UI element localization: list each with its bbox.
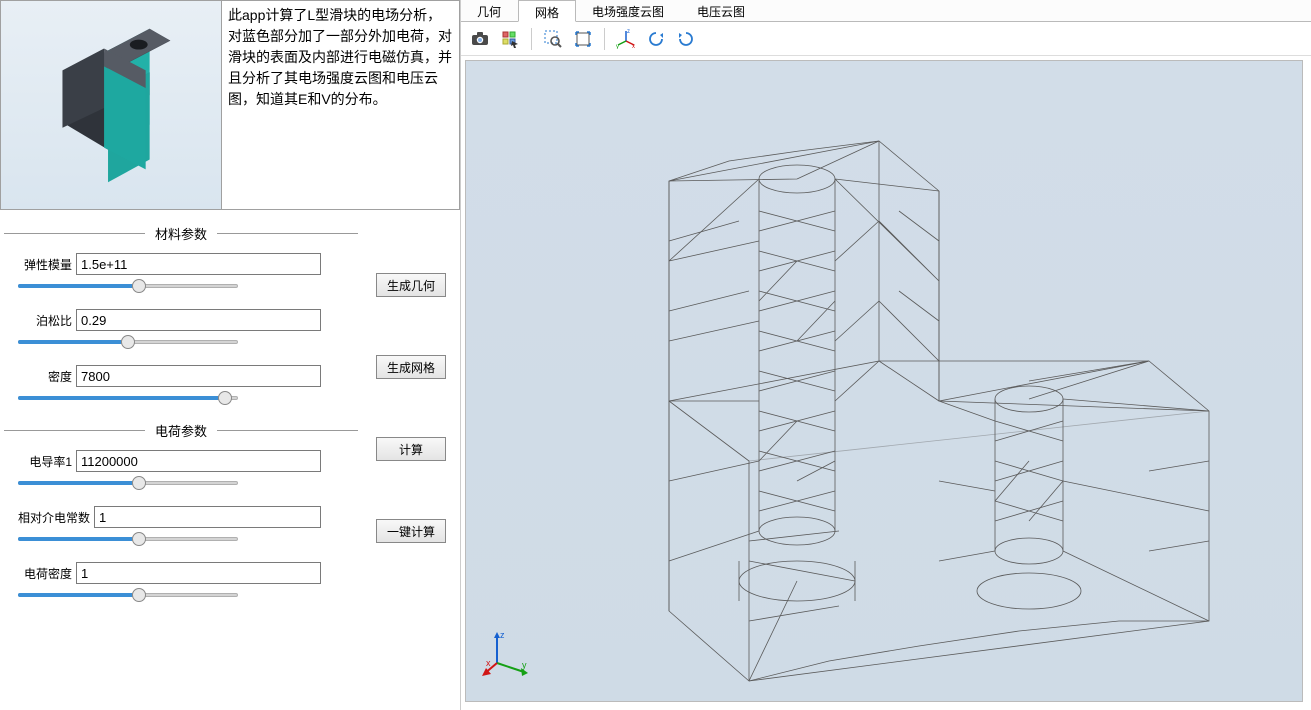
toolbar-separator-2 xyxy=(604,28,605,50)
select-icon[interactable] xyxy=(497,26,523,52)
section-charge: 电荷参数 xyxy=(4,421,358,440)
right-panel: 几何 网格 电场强度云图 电压云图 z x y xyxy=(461,0,1311,710)
gen-mesh-button[interactable]: 生成网格 xyxy=(376,355,446,379)
description-box: 此app计算了L型滑块的电场分析，对蓝色部分加了一部分外加电荷，对滑块的表面及内… xyxy=(222,0,460,210)
svg-text:z: z xyxy=(500,630,505,640)
label-charge-density: 电荷密度 xyxy=(4,565,76,582)
zoom-extents-icon[interactable] xyxy=(570,26,596,52)
row-conductivity: 电导率1 xyxy=(4,450,358,472)
screenshot-icon[interactable] xyxy=(467,26,493,52)
input-density[interactable] xyxy=(76,365,321,387)
mesh-viewport[interactable]: z y x xyxy=(465,60,1303,702)
svg-text:x: x xyxy=(486,658,491,668)
preview-row: 此app计算了L型滑块的电场分析，对蓝色部分加了一部分外加电荷，对滑块的表面及内… xyxy=(0,0,460,210)
label-elastic-modulus: 弹性模量 xyxy=(4,256,76,273)
slider-conductivity[interactable] xyxy=(18,474,238,492)
left-panel: 此app计算了L型滑块的电场分析，对蓝色部分加了一部分外加电荷，对滑块的表面及内… xyxy=(0,0,461,710)
input-elastic-modulus[interactable] xyxy=(76,253,321,275)
label-conductivity: 电导率1 xyxy=(4,453,76,470)
input-poisson[interactable] xyxy=(76,309,321,331)
section-material: 材料参数 xyxy=(4,224,358,243)
form-area: 材料参数 弹性模量 泊松比 密度 xyxy=(0,210,460,710)
svg-text:y: y xyxy=(616,44,619,49)
tab-geometry[interactable]: 几何 xyxy=(461,0,518,21)
rotate-ccw-icon[interactable] xyxy=(643,26,669,52)
mesh-wireframe xyxy=(466,61,1302,701)
form-buttons-col: 生成几何 生成网格 计算 一键计算 xyxy=(366,218,456,710)
viewport-toolbar: z x y xyxy=(461,22,1311,56)
svg-text:z: z xyxy=(627,29,630,35)
row-charge-density: 电荷密度 xyxy=(4,562,358,584)
slider-charge-density[interactable] xyxy=(18,586,238,604)
label-poisson: 泊松比 xyxy=(4,312,76,329)
zoom-box-icon[interactable] xyxy=(540,26,566,52)
row-elastic-modulus: 弹性模量 xyxy=(4,253,358,275)
input-charge-density[interactable] xyxy=(76,562,321,584)
slider-rel-permittivity[interactable] xyxy=(18,530,238,548)
gen-geometry-button[interactable]: 生成几何 xyxy=(376,273,446,297)
toolbar-separator xyxy=(531,28,532,50)
rotate-cw-icon[interactable] xyxy=(673,26,699,52)
compute-button[interactable]: 计算 xyxy=(376,437,446,461)
label-density: 密度 xyxy=(4,368,76,385)
model-thumbnail xyxy=(0,0,222,210)
app-root: 此app计算了L型滑块的电场分析，对蓝色部分加了一部分外加电荷，对滑块的表面及内… xyxy=(0,0,1311,710)
tab-mesh[interactable]: 网格 xyxy=(518,0,576,22)
label-rel-permittivity: 相对介电常数 xyxy=(4,509,94,526)
axis-triad: z y x xyxy=(482,628,532,681)
slider-density[interactable] xyxy=(18,389,238,407)
tabs: 几何 网格 电场强度云图 电压云图 xyxy=(461,0,1311,22)
svg-text:x: x xyxy=(632,44,635,49)
compute-all-button[interactable]: 一键计算 xyxy=(376,519,446,543)
input-rel-permittivity[interactable] xyxy=(94,506,321,528)
slider-elastic-modulus[interactable] xyxy=(18,277,238,295)
row-rel-permittivity: 相对介电常数 xyxy=(4,506,358,528)
row-density: 密度 xyxy=(4,365,358,387)
tab-efield[interactable]: 电场强度云图 xyxy=(576,0,681,21)
tab-voltage[interactable]: 电压云图 xyxy=(681,0,762,21)
row-poisson: 泊松比 xyxy=(4,309,358,331)
form-left: 材料参数 弹性模量 泊松比 密度 xyxy=(4,218,366,710)
input-conductivity[interactable] xyxy=(76,450,321,472)
axes-icon[interactable]: z x y xyxy=(613,26,639,52)
svg-text:y: y xyxy=(522,660,527,670)
l-block-svg xyxy=(1,1,221,209)
slider-poisson[interactable] xyxy=(18,333,238,351)
